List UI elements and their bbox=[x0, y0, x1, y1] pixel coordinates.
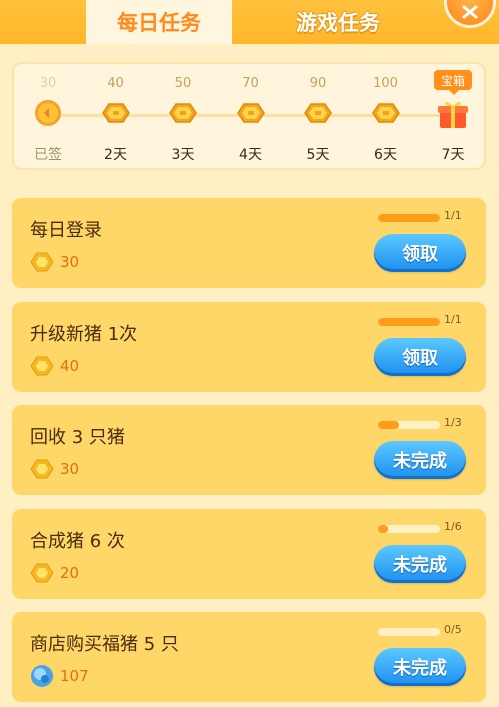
task-progress-text: 1/1 bbox=[444, 209, 462, 222]
signin-day-label: 3天 bbox=[171, 147, 195, 163]
signin-day: 30 已签 bbox=[18, 64, 78, 172]
signin-day: 70 4天 bbox=[221, 64, 281, 172]
task-progress-fill bbox=[378, 317, 440, 326]
task-reward-value: 40 bbox=[60, 356, 80, 375]
coin-icon bbox=[304, 103, 332, 123]
signin-day-reward: 100 bbox=[373, 76, 398, 91]
incomplete-button[interactable]: 未完成 bbox=[374, 544, 466, 583]
gift-box-icon bbox=[438, 101, 468, 128]
coin-icon bbox=[30, 356, 54, 375]
task-reward: 40 bbox=[30, 354, 79, 378]
signin-day-label: 6天 bbox=[374, 147, 397, 163]
signin-panel: 30 已签 40 2天 50 3天 70 4天 90 5天 100 6天 宝箱 7天 bbox=[12, 62, 486, 170]
task-reward: 30 bbox=[30, 457, 79, 481]
signin-day: 100 6天 bbox=[356, 64, 416, 172]
signin-day-label: 7天 bbox=[441, 147, 465, 163]
signin-day-label: 5天 bbox=[306, 147, 330, 163]
task-title: 回收 3 只猪 bbox=[30, 427, 125, 448]
task-progress-fill bbox=[378, 214, 440, 222]
signin-day-reward: 40 bbox=[107, 76, 124, 91]
close-button[interactable] bbox=[444, 0, 496, 28]
task-progress-bar bbox=[378, 421, 440, 429]
task-progress-text: 1/1 bbox=[444, 312, 462, 326]
task-progress-text: 1/3 bbox=[444, 416, 462, 429]
tab-daily-tasks[interactable]: 每日任务 bbox=[86, 0, 232, 44]
task-card: 升级新猪 1次 40 1/1 领取 bbox=[12, 301, 486, 392]
coin-icon bbox=[30, 252, 54, 272]
tab-game-tasks[interactable]: 游戏任务 bbox=[246, 0, 430, 44]
task-progress-fill bbox=[378, 524, 389, 533]
task-card: 回收 3 只猪 30 1/3 未完成 bbox=[12, 405, 486, 495]
signin-day-label: 已签 bbox=[34, 147, 62, 163]
task-progress-bar bbox=[378, 628, 440, 636]
coin-icon bbox=[101, 103, 130, 123]
task-reward-value: 107 bbox=[60, 667, 89, 685]
task-progress-bar bbox=[378, 214, 440, 222]
incomplete-button[interactable]: 未完成 bbox=[374, 441, 466, 479]
signin-day: 90 5天 bbox=[288, 64, 348, 172]
coin-icon bbox=[30, 563, 54, 582]
close-icon bbox=[462, 5, 478, 19]
signin-day-reward: 70 bbox=[242, 76, 259, 91]
task-reward: 20 bbox=[30, 561, 79, 585]
claim-button[interactable]: 领取 bbox=[374, 234, 466, 272]
signin-day-label: 4天 bbox=[239, 147, 262, 163]
diamond-icon bbox=[31, 665, 53, 687]
task-title: 升级新猪 1次 bbox=[30, 323, 138, 345]
task-title: 合成猪 6 次 bbox=[30, 530, 125, 552]
coin-icon bbox=[236, 103, 265, 123]
signin-day: 40 2天 bbox=[86, 64, 146, 172]
incomplete-button[interactable]: 未完成 bbox=[374, 648, 466, 686]
signin-day-reward: 30 bbox=[39, 76, 57, 91]
treasure-chest-badge: 宝箱 bbox=[434, 70, 472, 95]
signin-day-reward: 50 bbox=[174, 76, 192, 91]
task-progress-bar bbox=[378, 524, 440, 533]
claim-button[interactable]: 领取 bbox=[374, 337, 466, 376]
task-reward: 107 bbox=[30, 664, 89, 688]
task-reward: 30 bbox=[30, 250, 79, 274]
task-progress-text: 1/6 bbox=[444, 519, 462, 533]
signin-day-reward: 90 bbox=[309, 76, 327, 91]
task-card: 商店购买福猪 5 只 107 0/5 未完成 bbox=[12, 612, 486, 702]
task-reward-value: 30 bbox=[60, 253, 80, 271]
signin-day: 50 3天 bbox=[153, 64, 213, 172]
task-reward-value: 30 bbox=[60, 460, 80, 478]
signin-day: 宝箱 7天 bbox=[423, 64, 483, 172]
coin-icon bbox=[30, 459, 54, 479]
task-title: 每日登录 bbox=[30, 220, 102, 241]
tab-bar: 每日任务 游戏任务 bbox=[0, 0, 499, 44]
task-progress-bar bbox=[378, 317, 440, 326]
task-progress-text: 0/5 bbox=[444, 623, 462, 636]
task-reward-value: 20 bbox=[60, 563, 80, 582]
task-title: 商店购买福猪 5 只 bbox=[30, 634, 179, 655]
coin-icon bbox=[371, 103, 400, 123]
task-card: 每日登录 30 1/1 领取 bbox=[12, 198, 486, 288]
task-progress-fill bbox=[378, 421, 399, 429]
task-card: 合成猪 6 次 20 1/6 未完成 bbox=[12, 508, 486, 599]
coin-icon bbox=[169, 103, 197, 123]
signin-day-label: 2天 bbox=[104, 147, 127, 163]
signed-coin-icon bbox=[35, 100, 61, 126]
